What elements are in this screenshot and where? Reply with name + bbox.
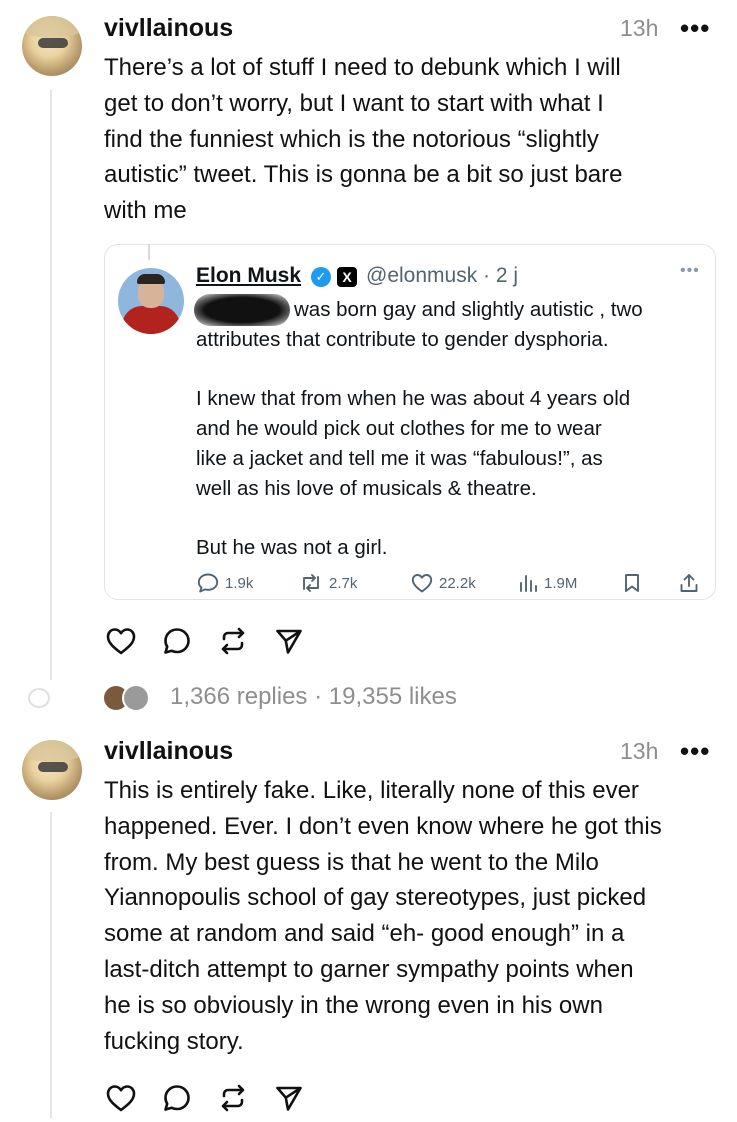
more-options-icon[interactable]: ••• (680, 13, 710, 44)
send-icon (276, 629, 302, 654)
quoted-views-metric: 1.9M (517, 570, 577, 596)
upload-metric (678, 570, 700, 596)
post-text: There’s a lot of stuff I need to debunk … (104, 54, 623, 225)
comment-icon (164, 1085, 190, 1111)
post-text: This is entirely fake. Like, literally n… (104, 777, 662, 1055)
repost-icon (221, 627, 245, 655)
quote-connector (148, 244, 150, 260)
comment-button[interactable] (160, 1081, 194, 1115)
thread-loop-icon (28, 688, 50, 708)
quoted-reposts-count: 2.7k (329, 574, 358, 592)
x-logo-icon: X (337, 267, 357, 287)
reply-like-stats[interactable]: 1,366 replies · 19,355 likes (170, 683, 457, 711)
quoted-avatar (118, 268, 184, 334)
quoted-likes-metric: 22.2k (410, 570, 476, 596)
like-button[interactable] (104, 1081, 138, 1115)
quoted-replies-count: 1.9k (225, 574, 254, 592)
avatar[interactable] (22, 740, 82, 800)
views-icon (520, 575, 537, 592)
comment-icon (197, 573, 219, 593)
quoted-replies-metric: 1.9k (196, 570, 253, 596)
heart-icon (106, 628, 136, 655)
quoted-views-count: 1.9M (544, 574, 578, 592)
repost-icon (303, 574, 319, 592)
share-button[interactable] (272, 624, 306, 658)
quoted-author-handle: @elonmusk · 2 j (366, 264, 519, 287)
reply-avatars[interactable] (100, 684, 156, 712)
repost-icon (221, 1084, 245, 1112)
post-actions (104, 1081, 328, 1115)
heart-icon (106, 1085, 136, 1112)
upload-icon (680, 574, 698, 592)
bookmark-metric (622, 570, 642, 596)
bookmark-icon (625, 574, 639, 592)
quoted-reposts-metric: 2.7k (298, 570, 357, 596)
avatar[interactable] (22, 16, 82, 76)
post-time: 13h (620, 15, 659, 41)
quoted-tweet-text: was born gay and slightly autistic , two… (196, 298, 643, 560)
share-button[interactable] (272, 1081, 306, 1115)
repost-button[interactable] (216, 624, 250, 658)
repost-button[interactable] (216, 1081, 250, 1115)
quoted-likes-count: 22.2k (439, 574, 476, 592)
quoted-author-name: Elon Musk (196, 264, 302, 287)
like-button[interactable] (104, 624, 138, 658)
thread-line (50, 90, 52, 680)
comment-icon (164, 628, 190, 654)
quoted-more-icon: ••• (680, 262, 700, 279)
verified-badge-icon: ✓ (311, 267, 331, 287)
username[interactable]: vivllainous (104, 737, 233, 766)
reply-avatar (122, 684, 150, 712)
send-icon (276, 1086, 302, 1111)
username[interactable]: vivllainous (104, 14, 233, 43)
comment-button[interactable] (160, 624, 194, 658)
post-time: 13h (620, 738, 659, 764)
more-options-icon[interactable]: ••• (680, 736, 710, 767)
thread-line (50, 812, 52, 1118)
post-actions (104, 624, 328, 658)
heart-icon (411, 574, 433, 593)
